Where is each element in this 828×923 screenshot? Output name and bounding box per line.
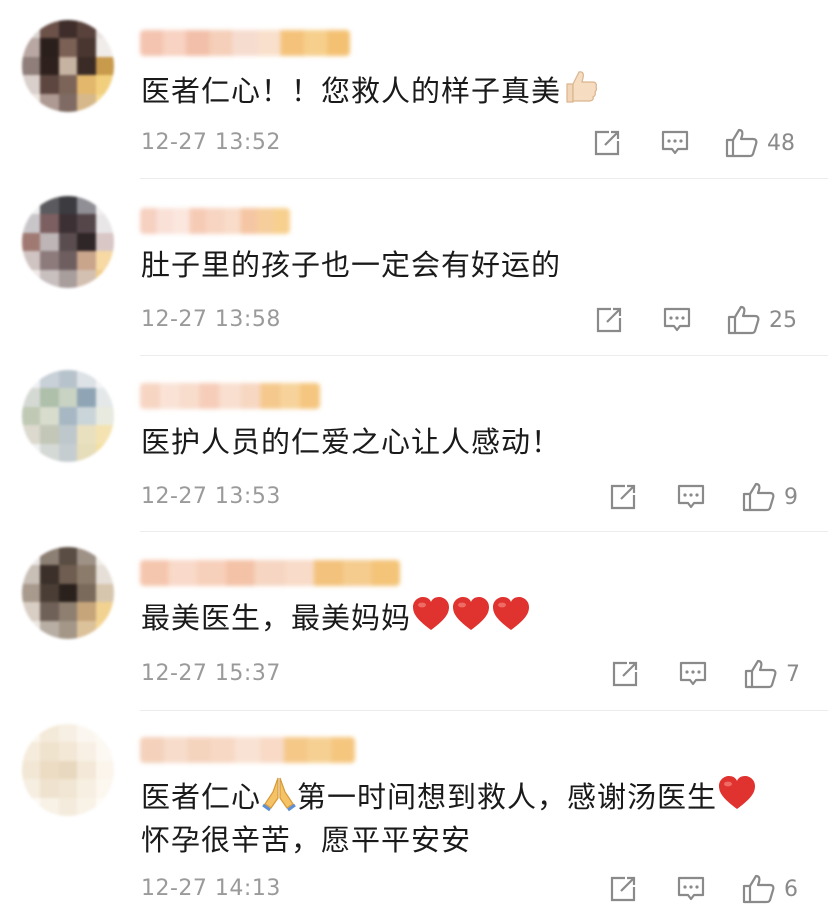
avatar[interactable]: [22, 196, 114, 288]
share-icon: [610, 876, 636, 902]
like-button[interactable]: 7: [744, 659, 800, 689]
share-button[interactable]: [594, 305, 624, 335]
like-count: 7: [786, 661, 800, 687]
red-heart-emoji-icon: [411, 596, 451, 644]
like-button[interactable]: 25: [727, 305, 797, 335]
comment-text: 医者仁心 第一时间想到救人，感谢汤医生: [141, 774, 757, 824]
username-blurred[interactable]: [140, 560, 400, 586]
comment-text-part: 肚子里的孩子也一定会有好运的: [141, 248, 562, 282]
share-icon: [596, 307, 622, 333]
thumbs-up-icon: [744, 659, 777, 689]
comment-timestamp: 12-27 15:37: [141, 661, 281, 686]
divider: [140, 531, 828, 532]
reply-button[interactable]: [676, 874, 706, 904]
comment-icon: [663, 307, 691, 332]
divider: [140, 178, 828, 179]
red-heart-emoji-icon: [491, 596, 531, 644]
red-heart-emoji-icon: [451, 596, 491, 644]
comment-text: 医者仁心！！您救人的样子真美: [141, 68, 599, 118]
share-icon: [610, 484, 636, 510]
comment-icon: [679, 661, 707, 686]
share-button[interactable]: [608, 874, 638, 904]
avatar[interactable]: [22, 370, 114, 462]
comment-text-part: 第一时间想到救人，感谢汤医生: [297, 780, 718, 814]
comment-icon: [677, 876, 705, 901]
comment-text-part: 医者仁心: [141, 780, 262, 814]
red-heart-emoji-icon: [717, 775, 757, 823]
comment-text: 最美医生，最美妈妈: [141, 596, 531, 644]
thumbs-up-icon: [727, 305, 760, 335]
thumbs-up-emoji-icon: [561, 68, 599, 118]
avatar[interactable]: [22, 547, 114, 639]
username-blurred[interactable]: [140, 208, 290, 234]
comment-text-part: 医者仁心！！您救人的样子真美: [141, 74, 562, 108]
reply-button[interactable]: [678, 659, 708, 689]
comment-icon: [677, 484, 705, 509]
divider: [140, 710, 828, 711]
comment-text: 医护人员的仁爱之心让人感动！: [141, 420, 561, 464]
comment-timestamp: 12-27 13:58: [141, 307, 281, 332]
like-button[interactable]: 6: [742, 874, 798, 904]
reply-button[interactable]: [676, 482, 706, 512]
avatar[interactable]: [22, 724, 114, 816]
comment-text: 肚子里的孩子也一定会有好运的: [141, 243, 561, 287]
like-count: 9: [784, 484, 798, 510]
divider: [140, 355, 828, 356]
username-blurred[interactable]: [140, 30, 350, 56]
thumbs-up-icon: [725, 128, 758, 158]
comment-timestamp: 12-27 14:13: [141, 876, 281, 901]
comment-timestamp: 12-27 13:52: [141, 130, 281, 155]
thumbs-up-icon: [742, 482, 775, 512]
praying-hands-emoji-icon: [261, 774, 297, 824]
avatar[interactable]: [22, 20, 114, 112]
like-count: 6: [784, 876, 798, 902]
username-blurred[interactable]: [140, 383, 320, 409]
like-button[interactable]: 48: [725, 128, 795, 158]
comment-icon: [661, 130, 689, 155]
thumbs-up-icon: [742, 874, 775, 904]
share-button[interactable]: [592, 128, 622, 158]
reply-button[interactable]: [662, 305, 692, 335]
reply-button[interactable]: [660, 128, 690, 158]
like-button[interactable]: 9: [742, 482, 798, 512]
like-count: 48: [767, 130, 795, 156]
share-icon: [594, 130, 620, 156]
share-icon: [612, 661, 638, 687]
comment-text-line2: 怀孕很辛苦，愿平平安安: [141, 823, 472, 857]
comment-text-part: 医护人员的仁爱之心让人感动！: [141, 425, 562, 459]
like-count: 25: [769, 307, 797, 333]
comment-timestamp: 12-27 13:53: [141, 484, 281, 509]
username-blurred[interactable]: [140, 737, 355, 763]
comment-text-part: 最美医生，最美妈妈: [141, 601, 412, 635]
share-button[interactable]: [610, 659, 640, 689]
share-button[interactable]: [608, 482, 638, 512]
